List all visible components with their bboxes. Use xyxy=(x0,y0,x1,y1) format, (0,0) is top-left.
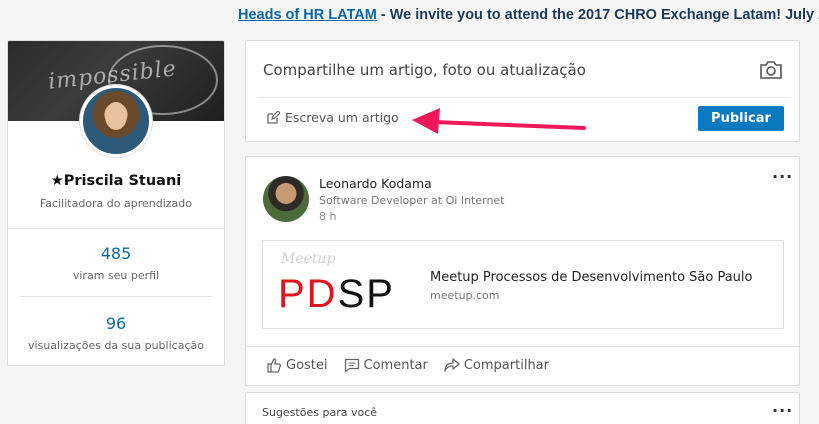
profile-divider xyxy=(8,228,224,229)
publish-button[interactable]: Publicar xyxy=(698,106,784,131)
share-icon xyxy=(444,358,460,372)
pdsp-red-text: PD xyxy=(278,272,338,316)
profile-views-label: viram seu perfil xyxy=(72,269,160,282)
profile-name[interactable]: ★Priscila Stuani xyxy=(8,173,224,189)
post-author[interactable]: Leonardo Kodama xyxy=(319,176,432,191)
suggestions-card: Sugestões para você ··· xyxy=(245,392,800,424)
thumbs-up-icon xyxy=(267,358,281,373)
meetup-logo: Meetup xyxy=(281,251,336,267)
suggestions-more-options-icon[interactable]: ··· xyxy=(772,401,793,420)
announcement-banner: Heads of HR LATAM - We invite you to att… xyxy=(238,7,819,23)
camera-icon[interactable] xyxy=(759,60,783,80)
banner-separator: - xyxy=(376,7,390,23)
share-label: Compartilhar xyxy=(463,357,549,373)
profile-views-count[interactable]: 485 xyxy=(8,244,224,263)
comment-icon xyxy=(344,358,359,373)
post-author-headline: Software Developer at Oi Internet xyxy=(319,194,505,207)
comment-button[interactable]: Comentar xyxy=(344,357,428,373)
post-more-options-icon[interactable]: ··· xyxy=(772,167,793,186)
write-article-label: Escreva um artigo xyxy=(285,110,399,125)
post-views-count[interactable]: 96 xyxy=(8,314,224,333)
like-button[interactable]: Gostei xyxy=(266,357,328,373)
banner-link[interactable]: Heads of HR LATAM xyxy=(238,7,377,23)
profile-card: impossible ★Priscila Stuani Facilitadora… xyxy=(7,40,225,366)
comment-label: Comentar xyxy=(363,357,428,373)
pencil-icon xyxy=(267,111,280,124)
post-timestamp: 8 h xyxy=(319,210,337,223)
link-preview-image: PDSP xyxy=(278,274,395,314)
share-button[interactable]: Compartilhar xyxy=(444,357,549,373)
profile-headline: Facilitadora do aprendizado xyxy=(39,197,193,210)
link-domain: meetup.com xyxy=(430,289,500,302)
author-avatar[interactable] xyxy=(263,176,309,222)
share-prompt-input[interactable]: Compartilhe um artigo, foto ou atualizaç… xyxy=(263,61,586,79)
profile-avatar[interactable] xyxy=(80,85,152,157)
post-views-label: visualizações da sua publicação xyxy=(28,339,204,352)
banner-message: We invite you to attend the 2017 CHRO Ex… xyxy=(389,7,819,23)
feed-post: Leonardo Kodama Software Developer at Oi… xyxy=(245,156,800,386)
link-title[interactable]: Meetup Processos de Desenvolvimento São … xyxy=(430,270,753,285)
post-actions-divider xyxy=(246,346,799,347)
post-actions: Gostei Comentar Compartilhar xyxy=(266,357,549,373)
write-article-link[interactable]: Escreva um artigo xyxy=(267,110,399,125)
annotation-arrow-icon xyxy=(412,108,586,134)
stats-divider xyxy=(20,296,212,297)
suggestions-title: Sugestões para você xyxy=(262,406,378,419)
like-label: Gostei xyxy=(286,357,328,373)
link-preview-card[interactable]: Meetup PDSP Meetup Processos de Desenvol… xyxy=(262,240,784,329)
pdsp-black-text: SP xyxy=(337,272,395,316)
share-divider xyxy=(258,97,789,98)
